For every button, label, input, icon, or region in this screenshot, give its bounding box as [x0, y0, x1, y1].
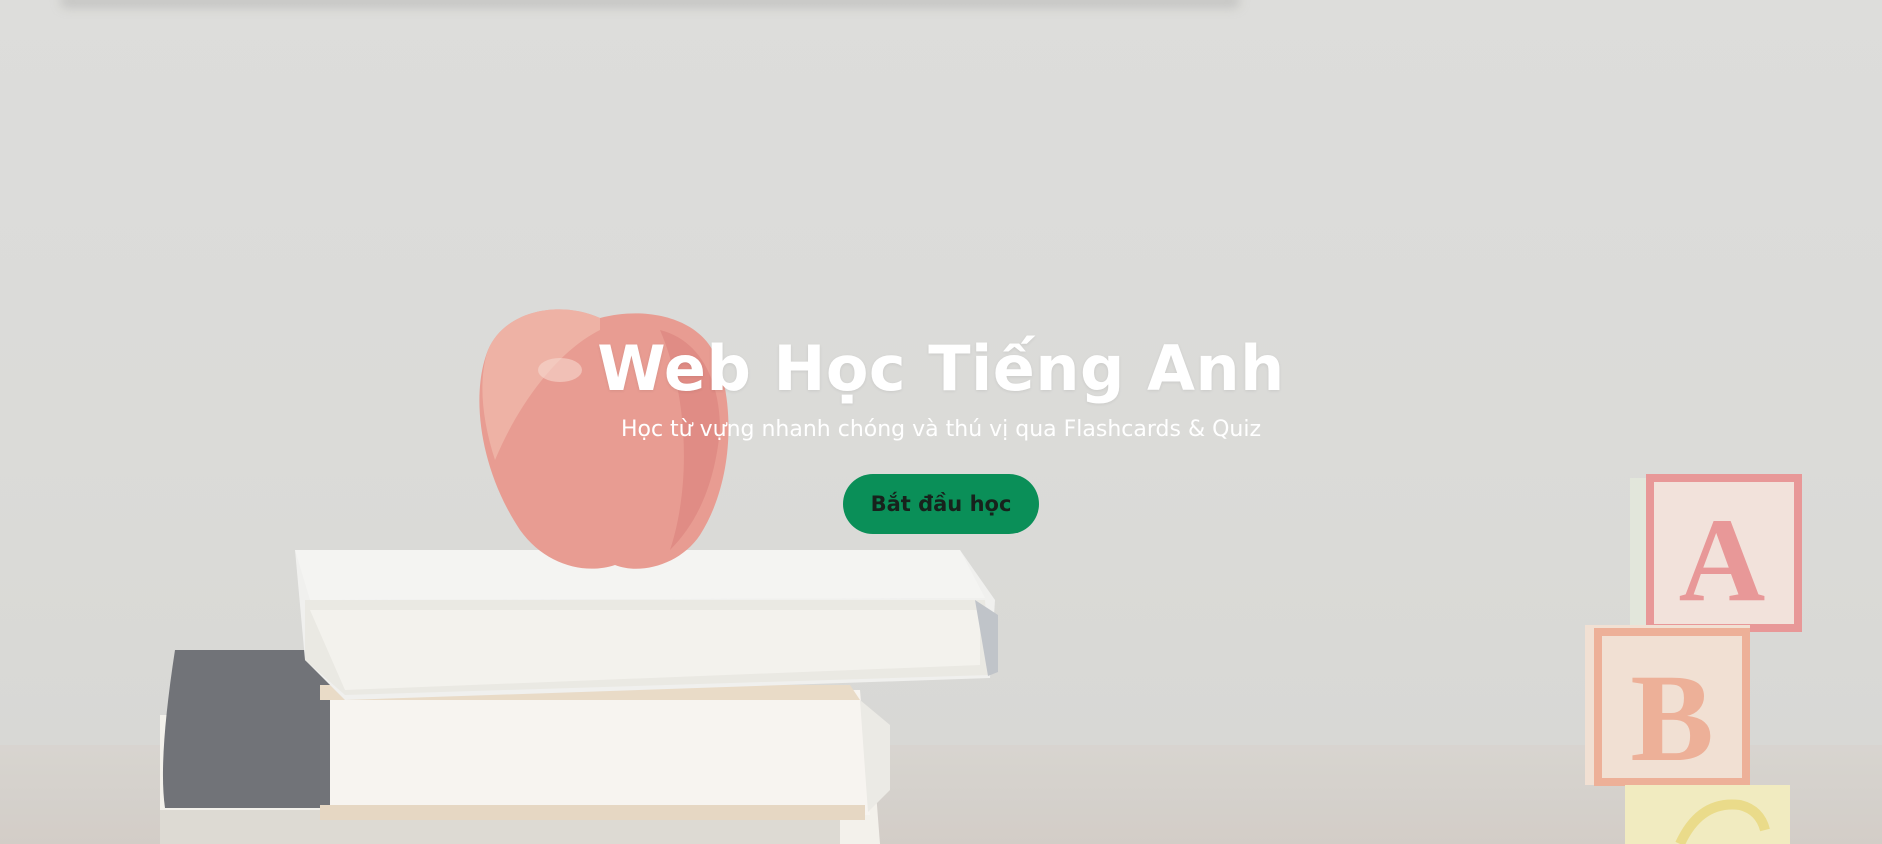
hero-section: A B Web Học Tiếng Anh Học từ vựng nhanh … [0, 0, 1882, 844]
page-title: Web Học Tiếng Anh [597, 332, 1285, 405]
hero-subtitle: Học từ vựng nhanh chóng và thú vị qua Fl… [620, 417, 1262, 442]
hero-content: Web Học Tiếng Anh Học từ vựng nhanh chón… [0, 330, 1882, 534]
start-learning-button[interactable]: Bắt đầu học [842, 474, 1040, 534]
